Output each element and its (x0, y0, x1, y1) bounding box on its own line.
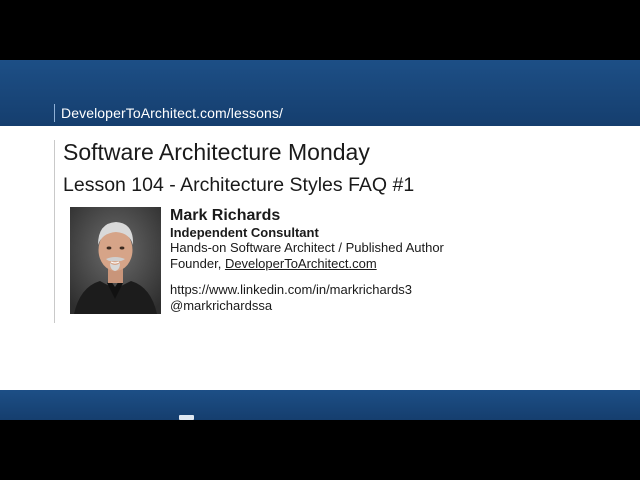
presenter-description: Hands-on Software Architect / Published … (170, 240, 444, 255)
site-url[interactable]: DeveloperToArchitect.com/lessons/ (61, 105, 283, 121)
header-accent-line (54, 104, 55, 122)
content-divider (54, 140, 55, 323)
linkedin-url[interactable]: https://www.linkedin.com/in/markrichards… (170, 282, 444, 298)
presenter-portrait-icon (70, 207, 161, 314)
presenter-info: Mark Richards Independent Consultant Han… (170, 206, 444, 314)
letterbox-bottom (0, 420, 640, 480)
footer-band (0, 390, 640, 420)
presenter-name: Mark Richards (170, 207, 281, 224)
page-title: Software Architecture Monday (63, 139, 370, 165)
founder-prefix: Founder, (170, 256, 225, 271)
lesson-subtitle: Lesson 104 - Architecture Styles FAQ #1 (63, 174, 415, 196)
presenter-role: Independent Consultant (170, 225, 319, 240)
founder-link[interactable]: DeveloperToArchitect.com (225, 256, 377, 271)
header-band: DeveloperToArchitect.com/lessons/ (0, 60, 640, 126)
twitter-handle[interactable]: @markrichardssa (170, 298, 444, 314)
slide-content: Software Architecture Monday Lesson 104 … (0, 126, 640, 390)
presenter-founder: Founder, DeveloperToArchitect.com (170, 256, 444, 272)
presenter-photo (70, 207, 161, 314)
letterbox-top (0, 0, 640, 60)
